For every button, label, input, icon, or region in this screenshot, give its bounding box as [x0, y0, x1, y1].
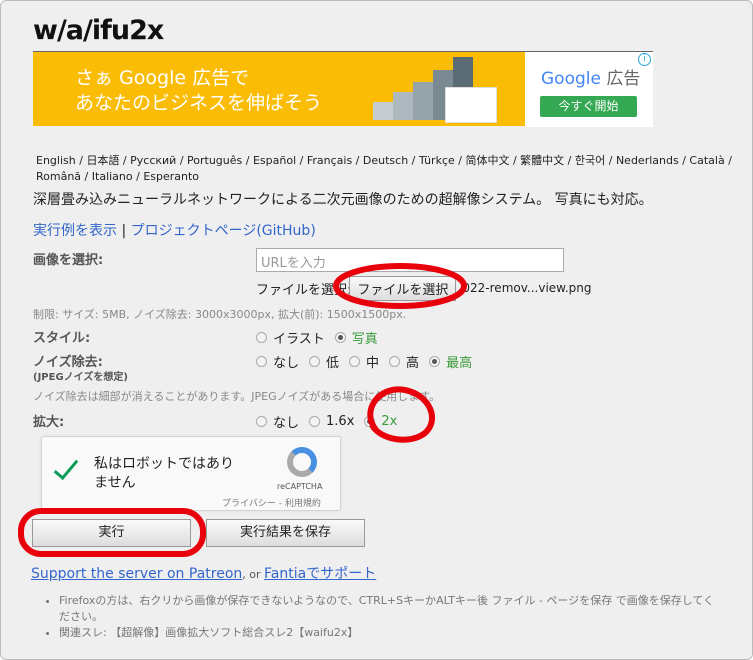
scale-options: なし 1.6x 2x — [256, 412, 401, 431]
language-link[interactable]: 日本語 — [86, 154, 119, 167]
language-link[interactable]: 한국어 — [575, 154, 605, 167]
language-link[interactable]: Français — [307, 154, 352, 167]
note-item: 関連スレ: 【超解像】画像拡大ソフト総合スレ2【waifu2x】 — [59, 625, 719, 641]
language-link[interactable]: Русский — [130, 154, 176, 167]
radio-label: 高 — [406, 356, 420, 371]
ad-line1: さぁ Google 広告で — [75, 67, 250, 89]
language-link[interactable]: Español — [253, 154, 296, 167]
radio-label: イラスト — [273, 332, 325, 347]
radio-noise-3[interactable] — [389, 356, 401, 367]
radio-label: なし — [273, 416, 300, 431]
save-result-button[interactable]: 実行結果を保存 — [206, 519, 365, 547]
note-item: Firefoxの方は、右クリから画像が保存できないようなので、CTRL+Sキーか… — [59, 593, 719, 625]
noise-note: ノイズ除去は細部が消えることがあります。JPEGノイズがある場合に使用します。 — [33, 390, 441, 403]
recaptcha-logo-icon — [287, 447, 317, 477]
radio-style-0[interactable] — [256, 332, 267, 343]
radio-style-1[interactable] — [334, 332, 346, 343]
ad-line2: あなたのビジネスを伸ばそう — [75, 92, 323, 114]
radio-noise-2[interactable] — [349, 356, 361, 367]
language-link[interactable]: Italiano — [92, 170, 133, 183]
radio-noise-0[interactable] — [256, 356, 267, 367]
recaptcha-brand: reCAPTCHA — [277, 482, 323, 491]
file-name: 022-remov...view.png — [462, 281, 592, 295]
language-link[interactable]: Deutsch — [363, 154, 408, 167]
noise-options: なし 低 中 高 最高 — [256, 352, 476, 371]
language-link[interactable]: Català — [689, 154, 724, 167]
radio-label: なし — [273, 356, 300, 371]
language-link[interactable]: Português — [187, 154, 242, 167]
language-link[interactable]: Esperanto — [143, 170, 199, 183]
language-link[interactable]: 繁體中文 — [520, 154, 564, 167]
style-label: スタイル: — [33, 331, 91, 346]
file-choose-button[interactable]: ファイルを選択 — [349, 275, 457, 301]
separator: - — [278, 499, 282, 509]
image-label: 画像を選択: — [33, 253, 104, 268]
project-link[interactable]: プロジェクトページ(GitHub) — [131, 223, 316, 239]
style-options: イラスト 写真 — [256, 328, 382, 347]
language-link[interactable]: 简体中文 — [465, 154, 509, 167]
fantia-link[interactable]: Fantiaでサポート — [264, 566, 376, 582]
separator: , or — [242, 568, 265, 581]
captcha-text-2: ません — [94, 475, 136, 491]
file-label: ファイルを選択: — [256, 282, 352, 298]
radio-label: 最高 — [446, 356, 473, 371]
radio-scale-2[interactable] — [364, 416, 376, 427]
google-logo: Google 広告 — [541, 69, 641, 89]
recaptcha-widget: 私はロボットではあり ません reCAPTCHA プライバシー - 利用規約 — [41, 436, 341, 511]
ad-banner[interactable]: さぁ Google 広告であなたのビジネスを伸ばそう Google 広告 今すぐ… — [33, 51, 653, 127]
radio-label: 写真 — [351, 332, 378, 347]
radio-label: 1.6x — [326, 414, 355, 429]
radio-noise-1[interactable] — [309, 356, 321, 367]
language-link[interactable]: English — [36, 154, 76, 167]
radio-scale-0[interactable] — [256, 416, 267, 427]
examples-link[interactable]: 実行例を表示 — [33, 223, 117, 239]
language-link[interactable]: Nederlands — [616, 154, 679, 167]
url-input[interactable]: URLを入力 — [256, 248, 564, 272]
patreon-link[interactable]: Support the server on Patreon — [31, 566, 242, 582]
checkmark-icon[interactable] — [53, 453, 79, 481]
links-row: 実行例を表示 | プロジェクトページ(GitHub) — [33, 220, 316, 240]
radio-label: 中 — [366, 356, 380, 371]
description: 深層畳み込みニューラルネットワークによる二次元画像のための超解像システム。 写真… — [33, 192, 653, 208]
scale-label: 拡大: — [33, 415, 65, 430]
radio-label: 2x — [381, 414, 398, 429]
site-title: w/a/ifu2x — [33, 15, 164, 46]
radio-noise-4[interactable] — [429, 356, 441, 367]
noise-sublabel: (JPEGノイズを想定) — [33, 372, 128, 383]
terms-link[interactable]: 利用規約 — [285, 499, 321, 509]
laptop-icon — [445, 87, 497, 123]
run-button[interactable]: 実行 — [32, 519, 191, 547]
radio-label: 低 — [326, 356, 340, 371]
ad-cta-button[interactable]: 今すぐ開始 — [540, 96, 637, 117]
language-link[interactable]: Română — [36, 170, 81, 183]
privacy-link[interactable]: プライバシー — [222, 499, 276, 509]
language-list: English / 日本語 / Русский / Português / Es… — [36, 154, 732, 183]
radio-scale-1[interactable] — [309, 416, 321, 427]
limits-text: 制限: サイズ: 5MB, ノイズ除去: 3000x3000px, 拡大(前):… — [33, 308, 407, 321]
captcha-text-1: 私はロボットではあり — [94, 456, 234, 472]
language-link[interactable]: Türkçe — [419, 154, 455, 167]
separator: | — [121, 223, 127, 239]
info-icon[interactable]: i — [638, 53, 651, 66]
page: w/a/ifu2x さぁ Google 広告であなたのビジネスを伸ばそう Goo… — [0, 0, 753, 660]
